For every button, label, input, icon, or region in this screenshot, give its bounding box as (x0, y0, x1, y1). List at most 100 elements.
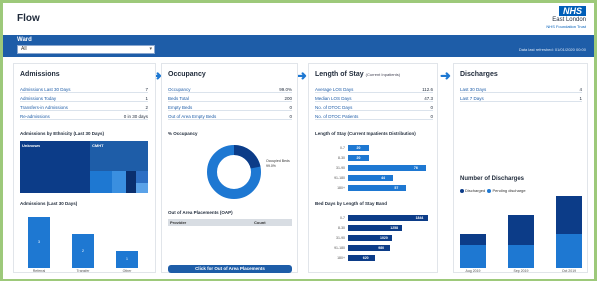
bar-value-label: 20 (356, 146, 361, 150)
kpi-value: 1 (579, 96, 582, 101)
chart-title: Number of Discharges (460, 176, 525, 182)
table-header: Provider Count (168, 219, 292, 226)
treemap-title: Admissions by Ethnicity (Last 30 Days) (20, 131, 105, 136)
kpi-value: 4 (579, 87, 582, 92)
chart-bar-pending[interactable] (460, 245, 486, 268)
axis-tick-label: 91-180 (334, 246, 345, 250)
bar-row[interactable]: 0-7 20 (315, 145, 433, 153)
kpi-value: 47.3 (424, 96, 433, 101)
bar-row[interactable]: 8-30 1258 (315, 225, 433, 233)
occupancy-donut-chart (207, 145, 261, 199)
ward-select-value: All (21, 46, 27, 52)
admissions-panel: Admissions Admissions Last 30 Days 7 Adm… (13, 63, 156, 273)
treemap-cell[interactable] (136, 183, 148, 193)
out-of-area-button[interactable]: Click for Out of Area Placements (168, 265, 292, 273)
kpi-label: Beds Total (168, 96, 189, 101)
length-of-stay-panel: Length of Stay (Current Inpatients) Avera… (308, 63, 438, 273)
chart-bar-discharged[interactable] (508, 214, 534, 246)
kpi-label: Transfers-in Admissions (20, 105, 68, 110)
kpi-label: Average LOS Days (315, 87, 354, 92)
kpi-value: 0 in 30 days (123, 114, 148, 119)
axis-tick-label: 180+ (337, 256, 345, 260)
kpi-row[interactable]: Average LOS Days 112.6 (315, 86, 433, 93)
bar-value-label: 1844 (415, 216, 424, 220)
chart-bar[interactable] (348, 175, 394, 181)
legend-swatch (460, 188, 464, 193)
last-refreshed-text: Data last refreshed: 01/01/2020 00:00 (518, 47, 586, 52)
header: Flow NHS East London NHS Foundation Trus… (3, 3, 594, 33)
chart-bar-pending[interactable] (508, 245, 534, 268)
chart-title: Bed Days by Length of Stay Band (315, 201, 388, 206)
nhs-logo: NHS (558, 6, 586, 16)
kpi-label: Occupancy (168, 87, 191, 92)
kpi-label: Admissions Last 30 Days (20, 87, 71, 92)
bar-row[interactable]: 91-180 44 (315, 175, 433, 183)
kpi-label: Admissions Today (20, 96, 57, 101)
kpi-label: Last 30 Days (460, 87, 487, 92)
ward-select[interactable]: All ▾ (17, 45, 155, 54)
kpi-label: Out of Area Empty Beds (168, 114, 217, 119)
treemap-cell[interactable]: Unknown (20, 141, 90, 193)
kpi-row[interactable]: Re-admissions 0 in 30 days (20, 113, 148, 120)
treemap-cell[interactable]: CMHT (90, 141, 148, 171)
kpi-value: 0 (430, 114, 433, 119)
kpi-row[interactable]: Out of Area Empty Beds 0 (168, 113, 292, 120)
bar-row[interactable]: 31-90 1020 (315, 235, 433, 243)
kpi-label: No. of DTOC Days (315, 105, 353, 110)
bar-row[interactable]: 180+ 57 (315, 185, 433, 193)
bar-row[interactable]: 91-180 980 (315, 245, 433, 253)
chart-bar-discharged[interactable] (556, 196, 582, 234)
kpi-row[interactable]: Median LOS Days 47.3 (315, 95, 433, 102)
bar-value-label: 57 (394, 186, 399, 190)
kpi-row[interactable]: No. of DTOC Days 0 (315, 104, 433, 111)
panel-title-sub: (Current Inpatients) (365, 72, 401, 77)
kpi-row[interactable]: No. of DTOC Patients 0 (315, 113, 433, 120)
bar-value-label: 44 (381, 176, 385, 180)
kpi-label: Median LOS Days (315, 96, 352, 101)
kpi-label: Re-admissions (20, 114, 50, 119)
treemap-cell[interactable] (90, 171, 112, 193)
bar-row[interactable]: 0-7 1844 (315, 215, 433, 223)
kpi-value: 0 (430, 105, 433, 110)
chart-bar[interactable] (348, 255, 375, 261)
bar-value-label: 3 (38, 240, 40, 245)
kpi-row[interactable]: Beds Total 200 (168, 95, 292, 102)
chart-bar-discharged[interactable] (460, 233, 486, 246)
treemap-cell[interactable] (136, 171, 148, 183)
kpi-value: 7 (145, 87, 148, 92)
chart-title: Length of Stay (Current Inpatients Distr… (315, 131, 416, 136)
axis-tick-label: 91-180 (334, 176, 345, 180)
kpi-row[interactable]: Transfers-in Admissions 2 (20, 104, 148, 111)
chart-title: % Occupancy (168, 131, 198, 136)
panel-title: Discharges (460, 71, 498, 78)
treemap-cell[interactable] (112, 171, 126, 193)
kpi-row[interactable]: Occupancy 99.0% (168, 86, 292, 93)
occupancy-panel: Occupancy Occupancy 99.0% Beds Total 200… (161, 63, 298, 273)
treemap-cell[interactable] (126, 171, 136, 193)
trust-subtitle: NHS Foundation Trust (546, 24, 586, 29)
bar-value-label: 1020 (380, 236, 388, 240)
panel-title: Occupancy (168, 71, 206, 78)
axis-tick-label: Oct 2019 (561, 269, 577, 273)
ethnicity-treemap: Unknown CMHT (20, 141, 148, 193)
legend-swatch (487, 188, 492, 193)
bar-row[interactable]: 31-90 76 (315, 165, 433, 173)
legend-label: Pending discharge (492, 188, 526, 193)
bar-value-label: 76 (413, 166, 418, 170)
kpi-row[interactable]: Last 7 Days 1 (460, 95, 582, 102)
bar-row[interactable]: 180+ 620 (315, 255, 433, 263)
kpi-value: 112.6 (422, 87, 433, 92)
kpi-row[interactable]: Last 30 Days 4 (460, 86, 582, 93)
chart-bar-pending[interactable] (556, 233, 582, 268)
chevron-down-icon: ▾ (149, 46, 152, 52)
bar-value-label: 980 (378, 246, 385, 250)
donut-label: Occupied Beds 99.0% (266, 159, 290, 168)
kpi-row[interactable]: Empty Beds 0 (168, 104, 292, 111)
bar-row[interactable]: 8-30 20 (315, 155, 433, 163)
dashboard-frame: Flow NHS East London NHS Foundation Trus… (3, 3, 594, 279)
bar-value-label: 1 (126, 257, 128, 262)
kpi-row[interactable]: Admissions Last 30 Days 7 (20, 86, 148, 93)
kpi-row[interactable]: Admissions Today 1 (20, 95, 148, 102)
axis-tick-label: 8-30 (337, 156, 345, 160)
page-title: Flow (17, 13, 40, 24)
